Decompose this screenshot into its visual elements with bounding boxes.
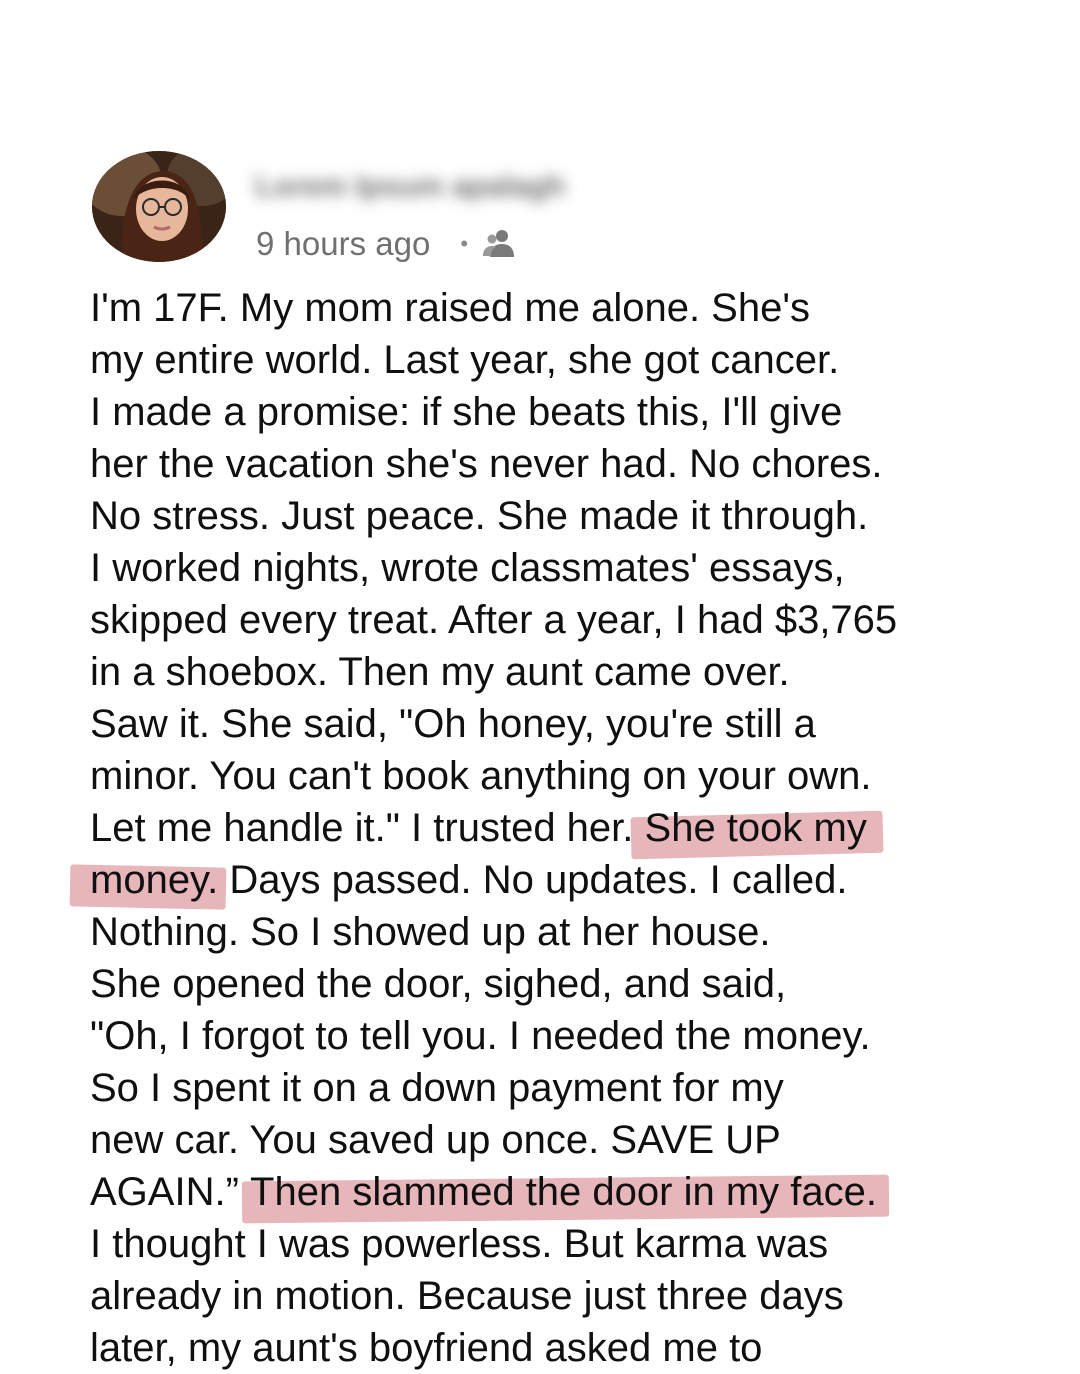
- post-text-line: No stress. Just peace. She made it throu…: [90, 490, 1030, 542]
- post-text-line: I worked nights, wrote classmates' essay…: [90, 542, 1030, 594]
- post-text-line: I made a promise: if she beats this, I'l…: [90, 386, 1030, 438]
- text-segment: I made a promise: if she beats this, I'l…: [90, 390, 843, 434]
- text-segment: Let me handle it." I trusted her.: [90, 806, 645, 850]
- post-body: I'm 17F. My mom raised me alone. She's my…: [90, 282, 1030, 1374]
- post-text-line: money. Days passed. No updates. I called…: [90, 854, 1030, 906]
- text-segment: I'm 17F. My mom raised me alone. She's: [90, 286, 810, 330]
- text-segment: my entire world. Last year, she got canc…: [90, 338, 840, 382]
- text-segment: her the vacation she's never had. No cho…: [90, 442, 883, 486]
- text-segment: She opened the door, sighed, and said,: [90, 962, 787, 1006]
- post-text-line: I'm 17F. My mom raised me alone. She's: [90, 282, 1030, 334]
- friends-icon: [483, 230, 515, 257]
- text-segment: new car. You saved up once. SAVE UP: [90, 1118, 781, 1162]
- post-text-line: She opened the door, sighed, and said,: [90, 958, 1030, 1010]
- post-text-line: Saw it. She said, "Oh honey, you're stil…: [90, 698, 1030, 750]
- post-text-line: Nothing. So I showed up at her house.: [90, 906, 1030, 958]
- avatar-photo: [92, 151, 226, 262]
- post-text-line: in a shoebox. Then my aunt came over.: [90, 646, 1030, 698]
- post-timestamp[interactable]: 9 hours ago: [256, 225, 430, 263]
- highlighted-text: She took my: [644, 806, 867, 850]
- text-segment: "Oh, I forgot to tell you. I needed the …: [90, 1014, 871, 1058]
- post-text-line: later, my aunt's boyfriend asked me to: [90, 1322, 1030, 1374]
- highlighted-text: money.: [90, 858, 219, 902]
- text-segment: AGAIN.”: [90, 1170, 251, 1214]
- text-segment: already in motion. Because just three da…: [90, 1274, 844, 1318]
- author-name[interactable]: Lorem Ipsum apalagh: [255, 170, 565, 204]
- post-text-line: AGAIN.” Then slammed the door in my face…: [90, 1166, 1030, 1218]
- post-card: Lorem Ipsum apalagh 9 hours ago • I'm 17…: [0, 0, 1080, 1370]
- text-segment: Nothing. So I showed up at her house.: [90, 910, 771, 954]
- post-text-line: minor. You can't book anything on your o…: [90, 750, 1030, 802]
- text-segment: So I spent it on a down payment for my: [90, 1066, 784, 1110]
- text-segment: Days passed. No updates. I called.: [218, 858, 848, 902]
- text-segment: minor. You can't book anything on your o…: [90, 754, 872, 798]
- text-segment: No stress. Just peace. She made it throu…: [90, 494, 869, 538]
- post-text-line: Let me handle it." I trusted her. She to…: [90, 802, 1030, 854]
- text-segment: skipped every treat. After a year, I had…: [90, 598, 898, 642]
- text-segment: later, my aunt's boyfriend asked me to: [90, 1326, 763, 1370]
- post-text-line: So I spent it on a down payment for my: [90, 1062, 1030, 1114]
- post-text-line: new car. You saved up once. SAVE UP: [90, 1114, 1030, 1166]
- post-text-line: her the vacation she's never had. No cho…: [90, 438, 1030, 490]
- post-text-line: skipped every treat. After a year, I had…: [90, 594, 1030, 646]
- text-segment: I worked nights, wrote classmates' essay…: [90, 546, 845, 590]
- post-text-line: "Oh, I forgot to tell you. I needed the …: [90, 1010, 1030, 1062]
- post-meta: 9 hours ago •: [256, 224, 520, 264]
- highlighted-text: Then slammed the door in my face.: [250, 1170, 877, 1214]
- post-text-line: already in motion. Because just three da…: [90, 1270, 1030, 1322]
- post-text-line: I thought I was powerless. But karma was: [90, 1218, 1030, 1270]
- author-avatar[interactable]: [92, 151, 226, 262]
- meta-separator: •: [460, 231, 469, 256]
- text-segment: in a shoebox. Then my aunt came over.: [90, 650, 790, 694]
- text-segment: Saw it. She said, "Oh honey, you're stil…: [90, 702, 816, 746]
- text-segment: I thought I was powerless. But karma was: [90, 1222, 829, 1266]
- post-text-line: my entire world. Last year, she got canc…: [90, 334, 1030, 386]
